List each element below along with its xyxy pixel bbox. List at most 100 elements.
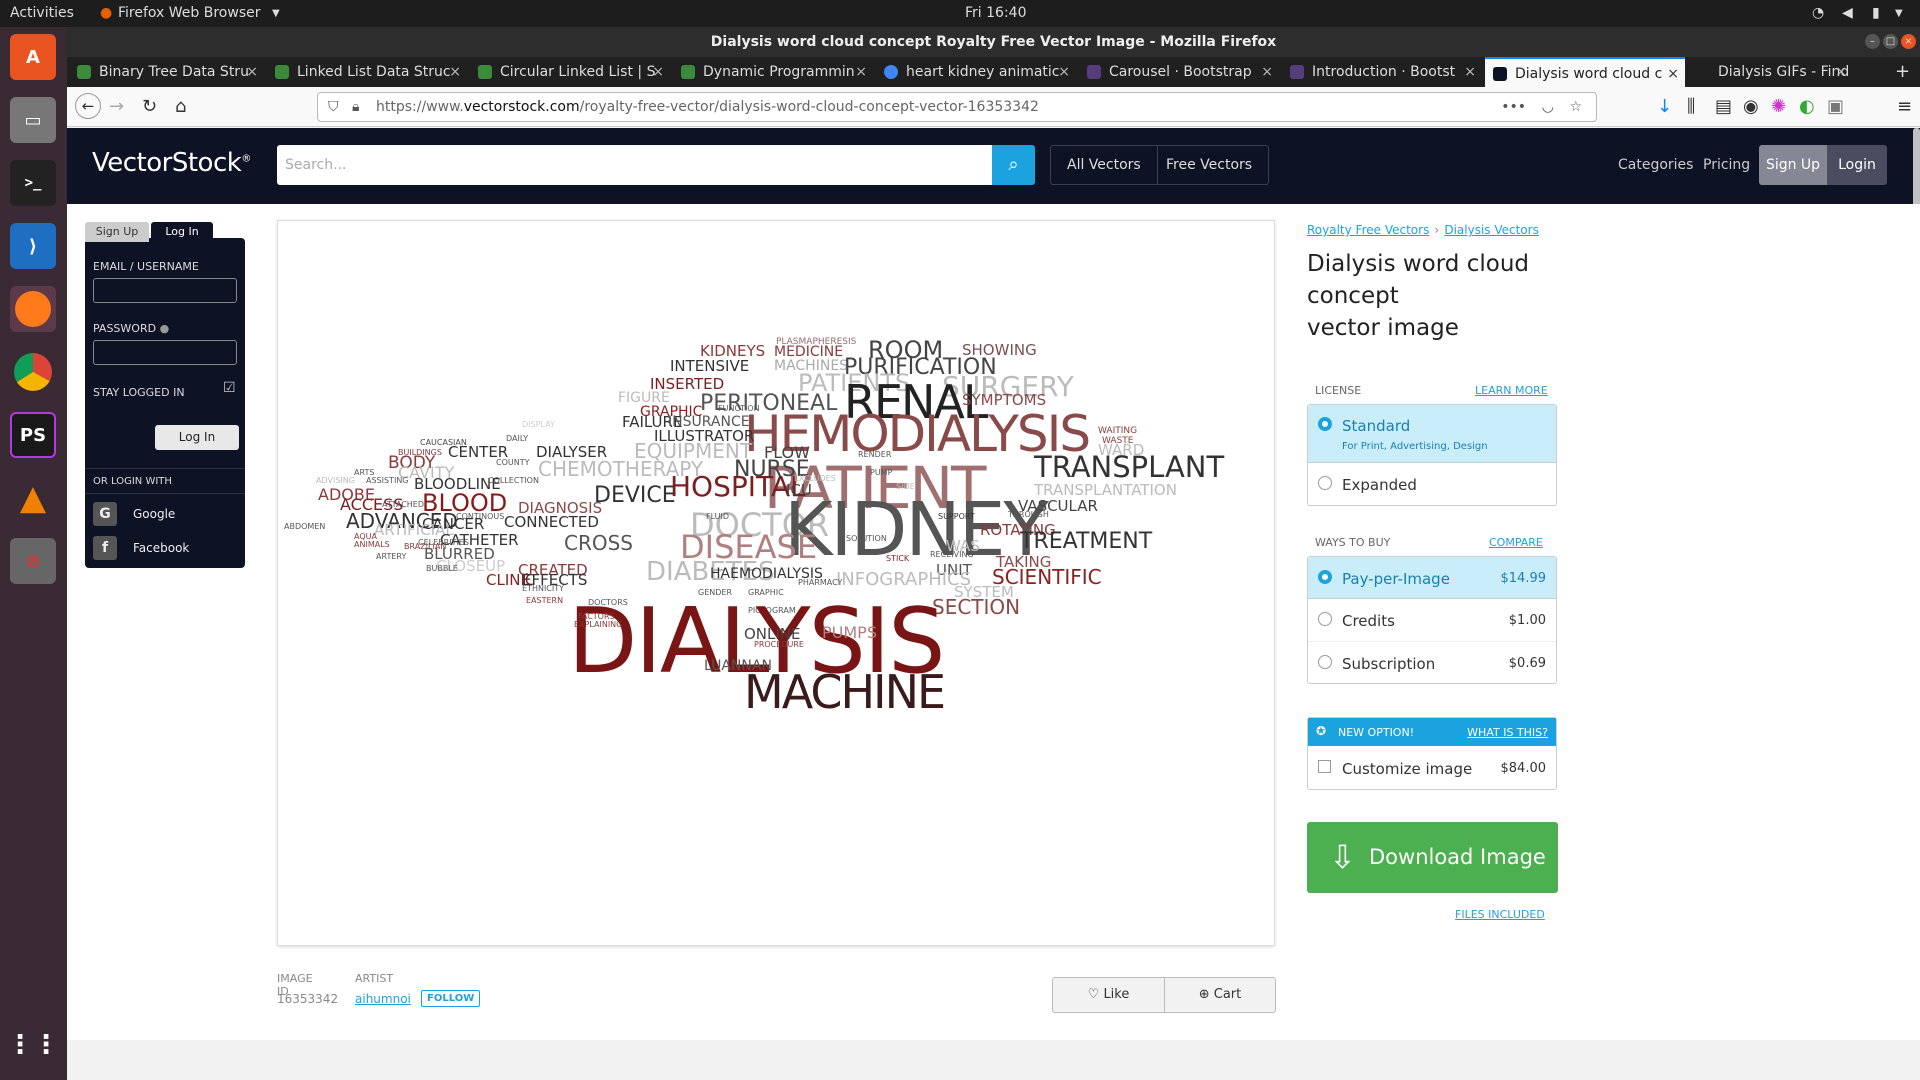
- radio-standard[interactable]: [1318, 417, 1332, 431]
- radio-subscription[interactable]: [1318, 655, 1332, 669]
- files-included-link[interactable]: FILES INCLUDED: [1455, 908, 1545, 921]
- radio-credits[interactable]: [1318, 612, 1332, 626]
- sidebar-icon[interactable]: ▤: [1715, 96, 1732, 117]
- back-button[interactable]: ←: [75, 93, 101, 119]
- google-login-button[interactable]: G Google: [93, 500, 238, 528]
- stay-logged-in-checkbox[interactable]: ☑: [223, 380, 236, 396]
- battery-icon[interactable]: ▮: [1872, 5, 1880, 21]
- compare-link[interactable]: COMPARE: [1489, 536, 1543, 549]
- tab[interactable]: Linked List Data Struc ×: [267, 57, 467, 87]
- tab-active[interactable]: Dialysis word cloud c ×: [1485, 57, 1685, 87]
- download-image-button[interactable]: ⇩ Download Image: [1307, 822, 1558, 893]
- like-button[interactable]: ♡ Like: [1053, 978, 1165, 1012]
- tab[interactable]: Circular Linked List | S ×: [470, 57, 670, 87]
- breadcrumb-dialysis[interactable]: Dialysis Vectors: [1444, 223, 1539, 237]
- home-button[interactable]: ⌂: [175, 96, 186, 117]
- clock[interactable]: Fri 16:40: [965, 5, 1026, 21]
- lock-icon[interactable]: 🔒︎: [352, 93, 359, 121]
- info-icon[interactable]: ●: [160, 322, 170, 335]
- phpstorm-icon[interactable]: PS: [10, 412, 56, 458]
- close-tab-icon[interactable]: ×: [1667, 59, 1679, 87]
- close-tab-icon[interactable]: ×: [1835, 57, 1847, 87]
- search-button[interactable]: ⌕: [992, 145, 1035, 185]
- shield-icon[interactable]: ⛉: [328, 93, 339, 121]
- forward-button[interactable]: →: [109, 96, 124, 117]
- tab[interactable]: heart kidney animatic ×: [876, 57, 1076, 87]
- tab[interactable]: Carousel · Bootstrap ×: [1079, 57, 1279, 87]
- tab-log-in[interactable]: Log In: [151, 222, 213, 242]
- account-icon[interactable]: ◉: [1743, 96, 1759, 117]
- all-vectors-button[interactable]: All Vectors: [1050, 145, 1158, 185]
- activities-button[interactable]: Activities: [10, 5, 74, 21]
- extension-green-icon[interactable]: ◐: [1799, 96, 1815, 117]
- extension-grey-icon[interactable]: ▣: [1827, 96, 1844, 117]
- reload-button[interactable]: ↻: [142, 96, 157, 117]
- url-bar[interactable]: ⛉ 🔒︎ https://www.vectorstock.com/royalty…: [317, 92, 1597, 122]
- customize-checkbox[interactable]: [1318, 760, 1331, 773]
- license-expanded[interactable]: Expanded: [1308, 463, 1556, 506]
- option-customize[interactable]: Customize image $84.00: [1308, 746, 1556, 790]
- tab[interactable]: Binary Tree Data Stru ×: [69, 57, 264, 87]
- artist-link[interactable]: aihumnoi: [355, 992, 411, 1006]
- downloads-icon[interactable]: ↓: [1657, 96, 1672, 117]
- password-field[interactable]: [93, 340, 237, 365]
- option-credits[interactable]: Credits $1.00: [1308, 599, 1556, 642]
- close-tab-icon[interactable]: ×: [1058, 57, 1070, 87]
- login-button[interactable]: Login: [1827, 145, 1887, 185]
- terminal-icon[interactable]: >_: [10, 160, 56, 206]
- radio-ppi[interactable]: [1318, 570, 1332, 584]
- library-icon[interactable]: ⫼: [1687, 96, 1695, 117]
- close-tab-icon[interactable]: ×: [855, 57, 867, 87]
- search-input[interactable]: Search...: [277, 145, 997, 185]
- wifi-icon[interactable]: ◔: [1812, 5, 1824, 21]
- new-tab-button[interactable]: +: [1887, 57, 1917, 87]
- log-in-button[interactable]: Log In: [155, 425, 239, 450]
- sign-up-button[interactable]: Sign Up: [1759, 145, 1827, 185]
- pocket-icon[interactable]: ◡: [1542, 93, 1554, 121]
- free-vectors-button[interactable]: Free Vectors: [1150, 145, 1270, 185]
- hamburger-menu-icon[interactable]: ≡: [1897, 96, 1912, 117]
- close-window-icon[interactable]: ×: [1901, 34, 1916, 49]
- system-menu-icon[interactable]: ▼: [1895, 8, 1903, 19]
- volume-icon[interactable]: ◀: [1842, 5, 1853, 21]
- maximize-icon[interactable]: □: [1883, 34, 1898, 49]
- option-pay-per-image[interactable]: Pay-per-Image $14.99: [1308, 557, 1556, 599]
- follow-button[interactable]: FOLLOW: [421, 990, 481, 1007]
- radio-expanded[interactable]: [1318, 476, 1332, 490]
- word-cloud-image[interactable]: KIDNEYS PLASMAPHERESIS ROOM SHOWING INTENSIV…: [277, 220, 1275, 946]
- close-tab-icon[interactable]: ×: [449, 57, 461, 87]
- categories-link[interactable]: Categories: [1618, 157, 1693, 173]
- close-tab-icon[interactable]: ×: [652, 57, 664, 87]
- minimize-icon[interactable]: –: [1865, 34, 1880, 49]
- tab-sign-up[interactable]: Sign Up: [85, 222, 149, 242]
- vectorstock-logo[interactable]: VectorStock®: [92, 148, 251, 178]
- vlc-icon[interactable]: ▲: [10, 475, 56, 521]
- vscode-icon[interactable]: ⟩: [10, 223, 56, 269]
- close-tab-icon[interactable]: ×: [1261, 57, 1273, 87]
- breadcrumb-royalty-free[interactable]: Royalty Free Vectors: [1307, 223, 1429, 237]
- blocked-app-icon[interactable]: ⊘: [10, 538, 56, 584]
- chevron-down-icon[interactable]: ▼: [272, 8, 280, 19]
- learn-more-link[interactable]: LEARN MORE: [1475, 384, 1548, 397]
- license-standard[interactable]: Standard For Print, Advertising, Design: [1308, 405, 1556, 463]
- close-tab-icon[interactable]: ×: [1464, 57, 1476, 87]
- files-icon[interactable]: ▭: [10, 97, 56, 143]
- app-menu[interactable]: Firefox Web Browser: [118, 5, 261, 21]
- facebook-login-button[interactable]: f Facebook: [93, 534, 238, 562]
- page-actions-icon[interactable]: •••: [1501, 93, 1526, 121]
- extension-color-icon[interactable]: ✺: [1771, 96, 1786, 117]
- close-tab-icon[interactable]: ×: [246, 57, 258, 87]
- option-subscription[interactable]: Subscription $0.69: [1308, 642, 1556, 684]
- cart-button[interactable]: ⊕ Cart: [1165, 978, 1275, 1012]
- bookmark-star-icon[interactable]: ☆: [1569, 93, 1582, 121]
- tab[interactable]: Introduction · Bootst ×: [1282, 57, 1482, 87]
- what-is-this-link[interactable]: WHAT IS THIS?: [1467, 726, 1548, 739]
- tab[interactable]: Dialysis GIFs - Find & ×: [1688, 57, 1853, 87]
- software-center-icon[interactable]: A: [10, 34, 56, 80]
- pricing-link[interactable]: Pricing: [1703, 157, 1750, 173]
- show-apps-icon[interactable]: ⋮⋮: [7, 1022, 59, 1068]
- firefox-dock-icon[interactable]: [10, 286, 56, 332]
- email-field[interactable]: [93, 278, 237, 303]
- chrome-icon[interactable]: [10, 349, 56, 395]
- tab[interactable]: Dynamic Programmin ×: [673, 57, 873, 87]
